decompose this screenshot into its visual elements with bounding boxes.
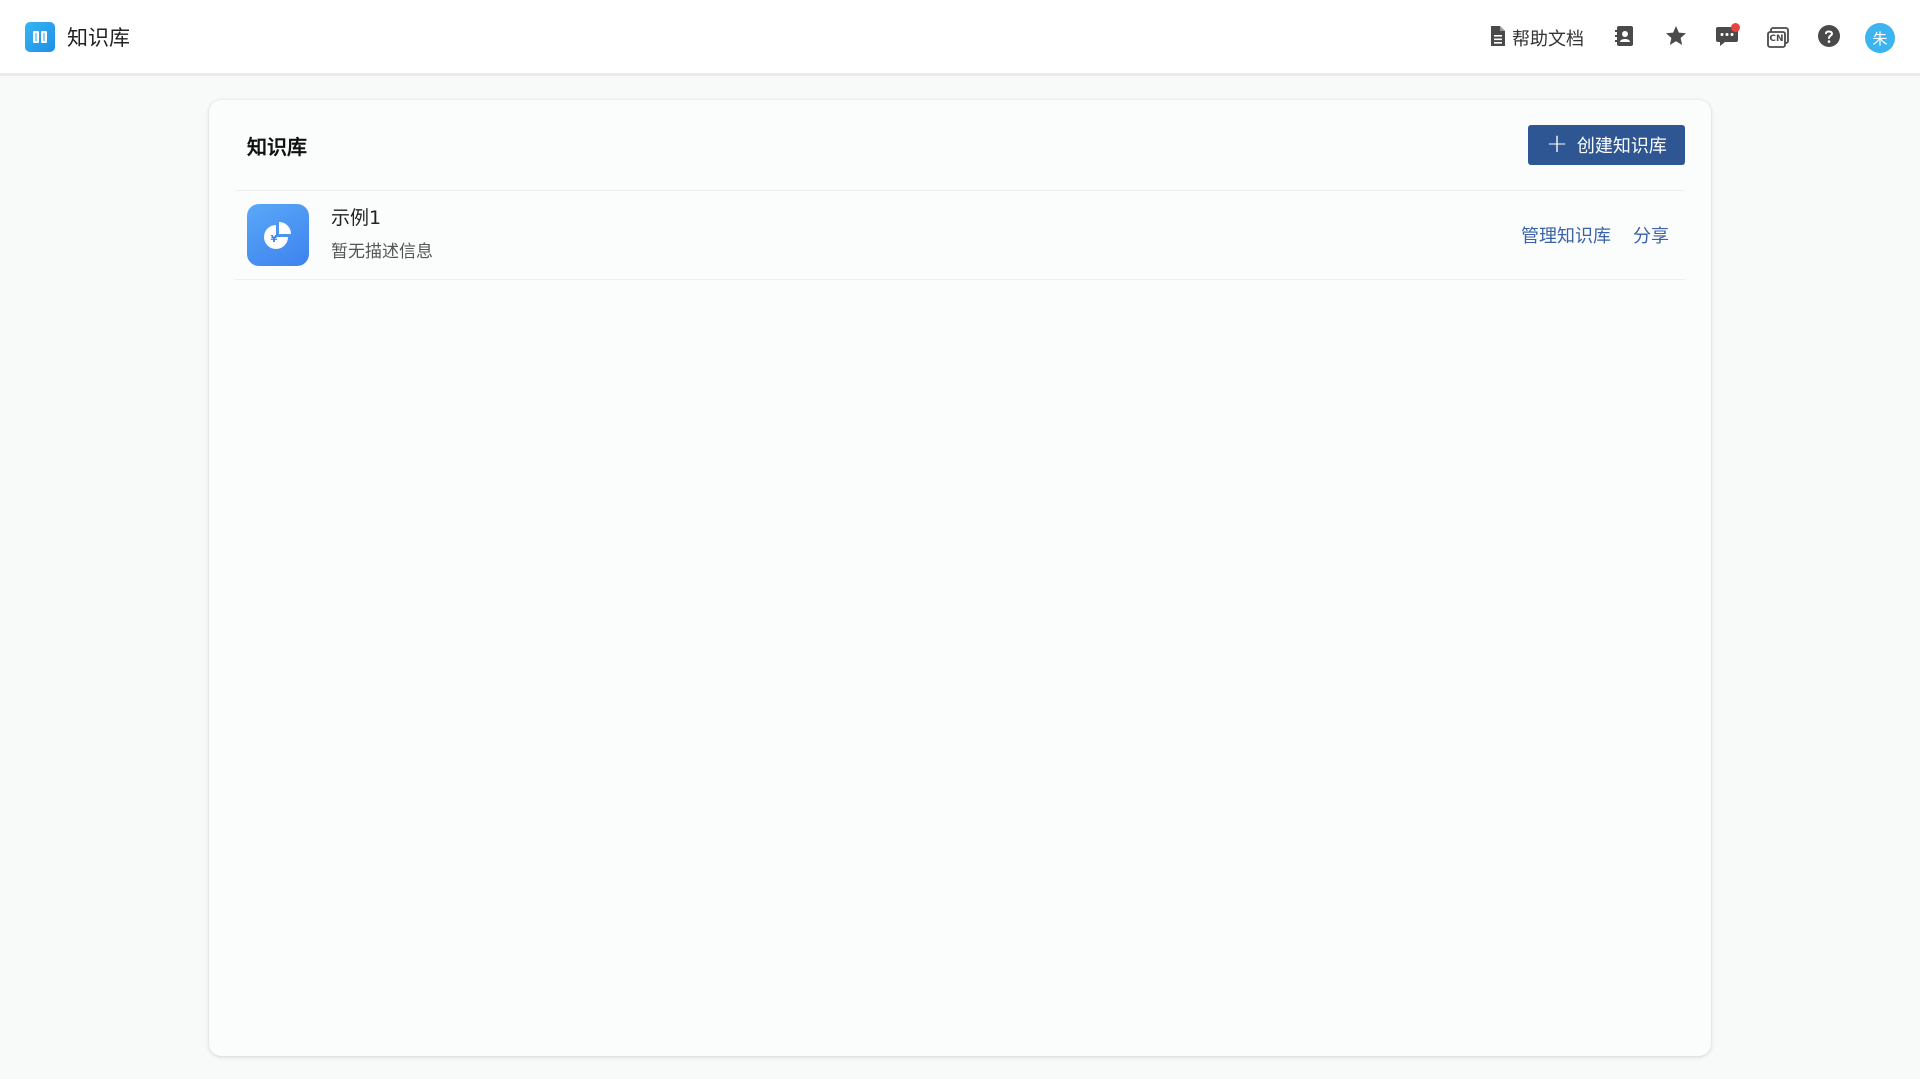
avatar: 朱 (1865, 23, 1895, 53)
messages-button[interactable] (1712, 18, 1742, 58)
header-actions: 帮助文档 CN 朱 (1489, 0, 1920, 76)
favorites-button[interactable] (1661, 18, 1691, 58)
knowledge-base-panel: 知识库 + 创建知识库 ¥ 示例1 暂无描述信息 管理知识库 分享 (209, 100, 1711, 1056)
share-link[interactable]: 分享 (1633, 222, 1669, 248)
contacts-button[interactable] (1610, 18, 1640, 58)
book-icon (25, 21, 55, 52)
plus-icon: + (1546, 128, 1568, 159)
help-icon (1817, 24, 1841, 52)
language-button[interactable]: CN (1763, 18, 1793, 58)
document-icon (1489, 25, 1507, 51)
language-icon: CN (1766, 27, 1790, 49)
knowledge-base-info: 示例1 暂无描述信息 (331, 205, 433, 265)
create-knowledge-base-button[interactable]: + 创建知识库 (1528, 125, 1685, 165)
list-item[interactable]: ¥ 示例1 暂无描述信息 管理知识库 分享 (235, 191, 1685, 280)
brand[interactable]: 知识库 (25, 21, 130, 52)
manage-knowledge-base-link[interactable]: 管理知识库 (1521, 222, 1611, 248)
notification-dot (1731, 23, 1740, 32)
star-icon (1664, 24, 1688, 52)
knowledge-base-description: 暂无描述信息 (331, 242, 433, 262)
panel-header: 知识库 + 创建知识库 (235, 100, 1685, 191)
create-knowledge-base-label: 创建知识库 (1576, 136, 1667, 157)
user-menu-button[interactable]: 朱 (1865, 18, 1895, 58)
knowledge-base-actions: 管理知识库 分享 (1521, 222, 1669, 248)
contacts-icon (1614, 25, 1636, 51)
help-docs-button[interactable]: 帮助文档 (1489, 18, 1584, 58)
knowledge-base-name[interactable]: 示例1 (331, 205, 433, 231)
help-button[interactable] (1814, 18, 1844, 58)
page-title: 知识库 (247, 134, 307, 159)
pie-chart-yuan-icon: ¥ (247, 204, 309, 266)
top-bar: 知识库 帮助文档 CN 朱 (0, 0, 1920, 76)
app-title: 知识库 (67, 25, 130, 50)
help-docs-label: 帮助文档 (1512, 29, 1584, 50)
svg-text:¥: ¥ (271, 234, 278, 245)
language-badge: CN (1769, 34, 1784, 44)
